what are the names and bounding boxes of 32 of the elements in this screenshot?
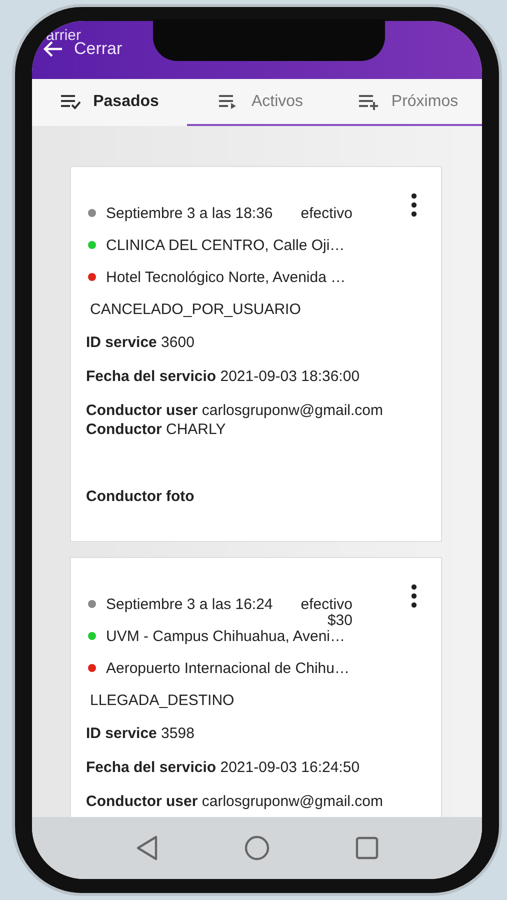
trip-price: $30 xyxy=(327,612,352,628)
location-text: Hotel Tecnológico Norte, Avenida … xyxy=(106,268,346,286)
field-text: Fecha del servicio 2021-09-03 16:24:50 xyxy=(86,758,360,776)
trip-status: LLEGADA_DESTINO xyxy=(90,692,234,708)
field-text: Fecha del servicio 2021-09-03 18:36:00 xyxy=(86,368,360,384)
tab-label: Próximos xyxy=(391,92,458,110)
more-icon[interactable] xyxy=(411,193,417,217)
field-text: Conductor foto xyxy=(86,488,194,504)
field-text: Conductor user carlosgruponw@gmail.com xyxy=(86,402,383,418)
trip-date: Septiembre 3 a las 16:24 xyxy=(106,596,273,612)
close-button[interactable]: Cerrar xyxy=(74,39,122,59)
home-icon[interactable] xyxy=(244,835,270,861)
more-icon[interactable] xyxy=(411,584,417,608)
field-text: ID service 3600 xyxy=(86,334,194,350)
tab-label: Activos xyxy=(251,92,304,110)
payment-method: efectivo xyxy=(300,596,352,612)
location-text: UVM - Campus Chihuahua, Aveni… xyxy=(106,628,346,644)
field-text: Conductor user carlosgruponw@gmail.com xyxy=(86,792,383,810)
list-icon xyxy=(60,92,82,110)
location-text: CLINICA DEL CENTRO, Calle Oji… xyxy=(106,236,345,254)
payment-method: efectivo xyxy=(300,204,352,222)
tab-label: Pasados xyxy=(93,92,159,110)
tab[interactable]: Pasados xyxy=(32,79,187,126)
location-text: Aeropuerto Internacional de Chihu… xyxy=(106,660,350,676)
field-text: Conductor CHARLY xyxy=(86,420,226,438)
back-icon[interactable] xyxy=(134,835,159,861)
trip-date: Septiembre 3 a las 18:36 xyxy=(106,204,273,222)
recent-apps-icon[interactable] xyxy=(355,836,380,860)
trip-status: CANCELADO_POR_USUARIO xyxy=(90,300,301,318)
list-icon xyxy=(358,92,380,110)
back-arrow-icon[interactable] xyxy=(42,40,64,58)
field-text: ID service 3598 xyxy=(86,724,194,742)
